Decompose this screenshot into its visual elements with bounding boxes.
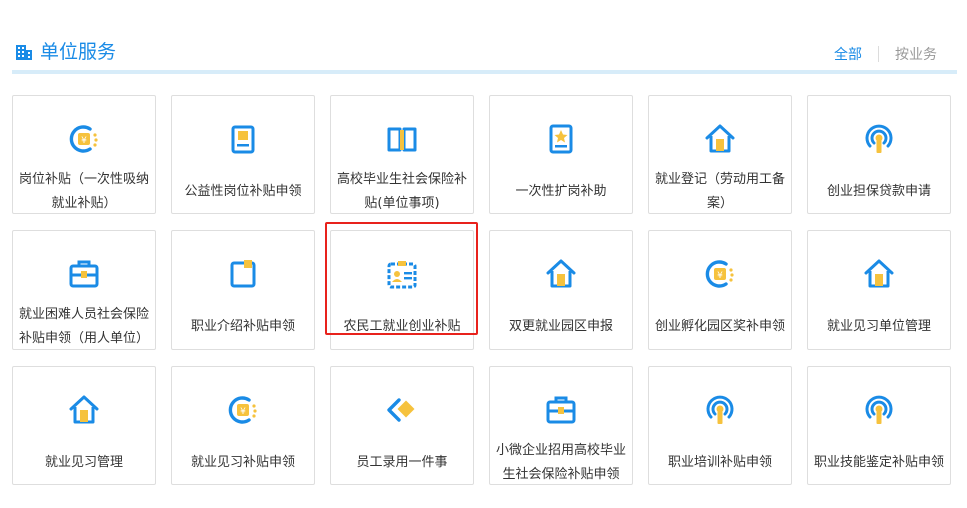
service-card[interactable]: 公益性岗位补贴申领 [171,95,315,214]
service-label: 就业登记（劳动用工备案） [655,172,786,211]
service-label: 岗位补贴（一次性吸纳就业补贴） [19,172,150,211]
book-icon [385,122,419,156]
service-card[interactable]: 职业培训补贴申领 [648,366,792,485]
service-card[interactable]: ¥ 就业见习补贴申领 [171,366,315,485]
svg-text:¥: ¥ [717,271,723,281]
svg-text:¥: ¥ [240,407,246,417]
svg-text:¥: ¥ [81,136,87,146]
coin-icon: ¥ [703,257,737,291]
coin-icon: ¥ [226,393,260,427]
service-card[interactable]: 职业技能鉴定补贴申领 [807,366,951,485]
service-label: 就业见习管理 [44,455,123,470]
service-card[interactable]: ¥ 岗位补贴（一次性吸纳就业补贴） [12,95,156,214]
signal-icon [703,393,737,427]
service-card[interactable]: 就业见习单位管理 [807,230,951,350]
filter-all-tab[interactable]: 全部 [834,44,862,64]
diamond-icon [385,393,419,427]
house-icon [544,257,578,291]
service-card[interactable]: 双更就业园区申报 [489,230,633,350]
house-icon [703,122,737,156]
service-label: 双更就业园区申报 [508,319,613,334]
briefcase-icon [544,393,578,427]
service-card[interactable]: 小微企业招用高校毕业生社会保险补贴申领 [489,366,633,485]
section-header: 单位服务 全部 按业务 [14,40,957,68]
id-card-icon [385,257,419,291]
service-label: 高校毕业生社会保险补贴(单位事项) [337,172,468,211]
service-label: 就业见习补贴申领 [190,455,295,470]
signal-icon [862,122,896,156]
filter-tabs: 全部 按业务 [834,44,937,64]
briefcase-icon [67,257,101,291]
service-card[interactable]: 就业登记（劳动用工备案） [648,95,792,214]
service-card[interactable]: 员工录用一件事 [330,366,474,485]
coin-icon: ¥ [67,122,101,156]
service-label: 一次性扩岗补助 [515,184,607,199]
service-label: 员工录用一件事 [356,455,448,470]
header-underline [12,70,957,74]
service-label: 职业技能鉴定补贴申领 [814,455,945,470]
service-label: 农民工就业创业补贴 [343,319,461,334]
service-card[interactable]: 创业担保贷款申请 [807,95,951,214]
service-card[interactable]: ¥ 创业孵化园区奖补申领 [648,230,792,350]
house-icon [862,257,896,291]
service-card[interactable]: 农民工就业创业补贴 [330,230,474,350]
signal-icon [862,393,896,427]
service-label: 职业介绍补贴申领 [190,319,295,334]
service-label: 职业培训补贴申领 [667,455,772,470]
folder-icon [226,257,260,291]
filter-business-tab[interactable]: 按业务 [895,44,937,64]
service-label: 公益性岗位补贴申领 [184,184,302,199]
service-card[interactable]: 就业见习管理 [12,366,156,485]
page-title: 单位服务 [40,41,117,63]
service-card[interactable]: 职业介绍补贴申领 [171,230,315,350]
service-card[interactable]: 就业困难人员社会保险补贴申领（用人单位） [12,230,156,350]
filter-divider [878,46,879,62]
service-card[interactable]: 一次性扩岗补助 [489,95,633,214]
service-label: 就业困难人员社会保险补贴申领（用人单位） [19,307,150,346]
section-title: 单位服务 [14,40,116,64]
clipboard-icon [226,122,260,156]
house-icon [67,393,101,427]
building-icon [16,45,32,60]
service-label: 小微企业招用高校毕业生社会保险补贴申领 [496,443,627,482]
document-star-icon [544,122,578,156]
service-label: 创业担保贷款申请 [826,184,931,199]
service-label: 创业孵化园区奖补申领 [655,319,786,334]
service-card[interactable]: 高校毕业生社会保险补贴(单位事项) [330,95,474,214]
service-label: 就业见习单位管理 [826,319,931,334]
